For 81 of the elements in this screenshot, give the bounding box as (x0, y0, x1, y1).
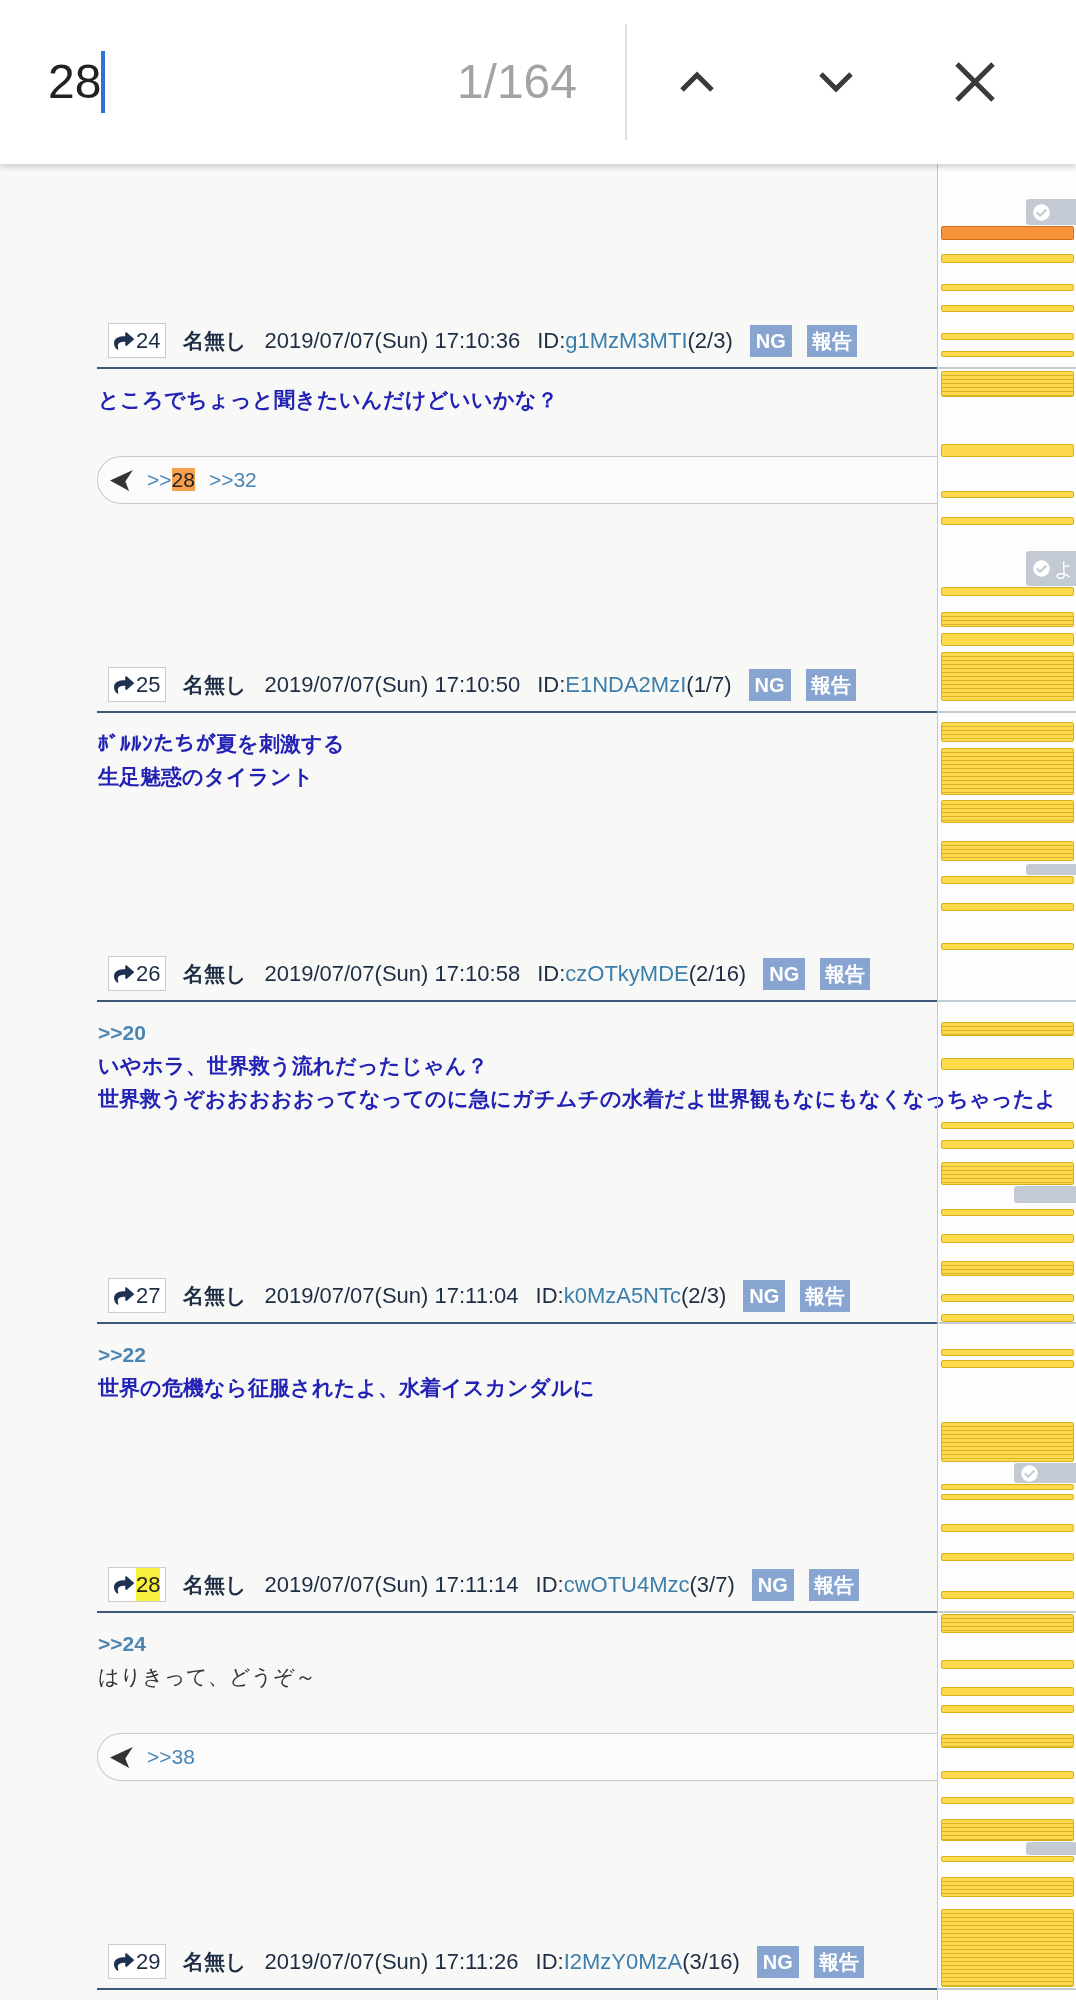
curved-arrow-icon (114, 1574, 134, 1595)
ng-button[interactable]: NG (749, 324, 792, 357)
poster-name: 名無し (183, 960, 248, 987)
id-link[interactable]: g1MzM3MTI (565, 324, 688, 357)
post-count: (2/3) (681, 1282, 727, 1310)
reply-link[interactable]: >>28 (147, 464, 195, 496)
id-link[interactable]: k0MzA5NTc (563, 1279, 681, 1312)
curved-arrow-icon (114, 1951, 134, 1972)
post-date: 2019/07/07(Sun) 17:11:04 (264, 1282, 519, 1310)
post-number-button[interactable]: 24 (108, 323, 167, 358)
poster-name: 名無し (183, 671, 248, 698)
post-date: 2019/07/07(Sun) 17:10:58 (264, 960, 521, 988)
post-count: (1/7) (686, 671, 732, 699)
id-link[interactable]: czOTkyMDE (565, 957, 689, 990)
post-date: 2019/07/07(Sun) 17:11:26 (264, 1948, 519, 1976)
close-icon (953, 61, 996, 103)
post-date: 2019/07/07(Sun) 17:10:50 (264, 671, 521, 699)
curved-arrow-icon (114, 1285, 134, 1306)
reply-link[interactable]: >>38 (147, 1741, 195, 1773)
side-tab[interactable] (1026, 199, 1076, 225)
match-count: 1/164 (456, 54, 577, 110)
id-label: ID: (537, 671, 566, 699)
post-text: ﾎﾞﾙﾙﾝたちが夏を刺激する (98, 731, 345, 757)
anchor-link[interactable]: >>22 (98, 1338, 146, 1371)
post-text: はりきって、どうぞ～ (98, 1664, 316, 1690)
post-number-button[interactable]: 26 (108, 956, 167, 991)
chevron-up-icon (678, 71, 715, 93)
id-label: ID: (535, 1282, 564, 1310)
id-link[interactable]: I2MzY0MzA (563, 1945, 683, 1978)
reply-link[interactable]: >>32 (208, 464, 257, 496)
post-count: (3/16) (682, 1948, 740, 1976)
post-number-button[interactable]: 29 (108, 1944, 167, 1979)
navigation-arrow-icon (110, 1746, 133, 1768)
post-number-button[interactable]: 27 (108, 1278, 167, 1313)
side-tab[interactable] (1014, 1463, 1076, 1483)
post-count: (3/7) (689, 1571, 735, 1599)
id-link[interactable]: cwOTU4Mzc (563, 1568, 690, 1601)
ng-button[interactable]: NG (743, 1279, 786, 1312)
post-date: 2019/07/07(Sun) 17:11:14 (264, 1571, 519, 1599)
post-text: 生足魅惑のタイラント (98, 764, 314, 790)
ng-button[interactable]: NG (763, 957, 806, 990)
report-button[interactable]: 報告 (820, 957, 871, 990)
id-label: ID: (535, 1948, 564, 1976)
navigation-arrow-icon (110, 469, 133, 491)
curved-arrow-icon (114, 330, 134, 351)
ng-button[interactable]: NG (751, 1568, 794, 1601)
id-link[interactable]: E1NDA2MzI (565, 668, 687, 701)
text-caret-icon (101, 51, 106, 113)
search-match-highlight: 28 (136, 1568, 161, 1601)
side-tab[interactable] (1014, 1186, 1076, 1203)
anchor-link[interactable]: >>24 (98, 1627, 146, 1660)
search-field[interactable]: 28 (48, 42, 457, 122)
post-number-button[interactable]: 28 (108, 1567, 167, 1602)
anchor-link[interactable]: >>20 (98, 1016, 146, 1049)
post-number-button[interactable]: 25 (108, 667, 167, 702)
curved-arrow-icon (114, 674, 134, 695)
poster-name: 名無し (183, 327, 248, 354)
post-text: ところでちょっと聞きたいんだけどいいかな？ (98, 387, 558, 414)
chevron-down-icon (817, 71, 854, 93)
curved-arrow-icon (114, 963, 134, 984)
search-match-highlight: 28 (171, 468, 195, 492)
poster-name: 名無し (183, 1948, 248, 1975)
id-label: ID: (537, 960, 566, 988)
id-label: ID: (537, 327, 566, 355)
ng-button[interactable]: NG (756, 1945, 799, 1978)
side-tab[interactable] (1026, 1842, 1076, 1855)
id-label: ID: (535, 1571, 564, 1599)
report-button[interactable]: 報告 (800, 1279, 851, 1312)
post-text: 世界の危機なら征服されたよ、水着イスカンダルに (98, 1375, 595, 1402)
report-button[interactable]: 報告 (805, 668, 856, 701)
ng-button[interactable]: NG (748, 668, 791, 701)
side-tab[interactable] (1026, 864, 1076, 875)
report-button[interactable]: 報告 (808, 1568, 859, 1601)
poster-name: 名無し (183, 1282, 248, 1309)
post-count: (2/16) (688, 960, 747, 988)
report-button[interactable]: 報告 (806, 324, 857, 357)
post-count: (2/3) (687, 327, 733, 355)
post-text: いやホラ、世界救う流れだったじゃん？ (98, 1053, 488, 1080)
poster-name: 名無し (183, 1571, 248, 1598)
report-button[interactable]: 報告 (813, 1945, 864, 1978)
post-date: 2019/07/07(Sun) 17:10:36 (264, 327, 521, 355)
